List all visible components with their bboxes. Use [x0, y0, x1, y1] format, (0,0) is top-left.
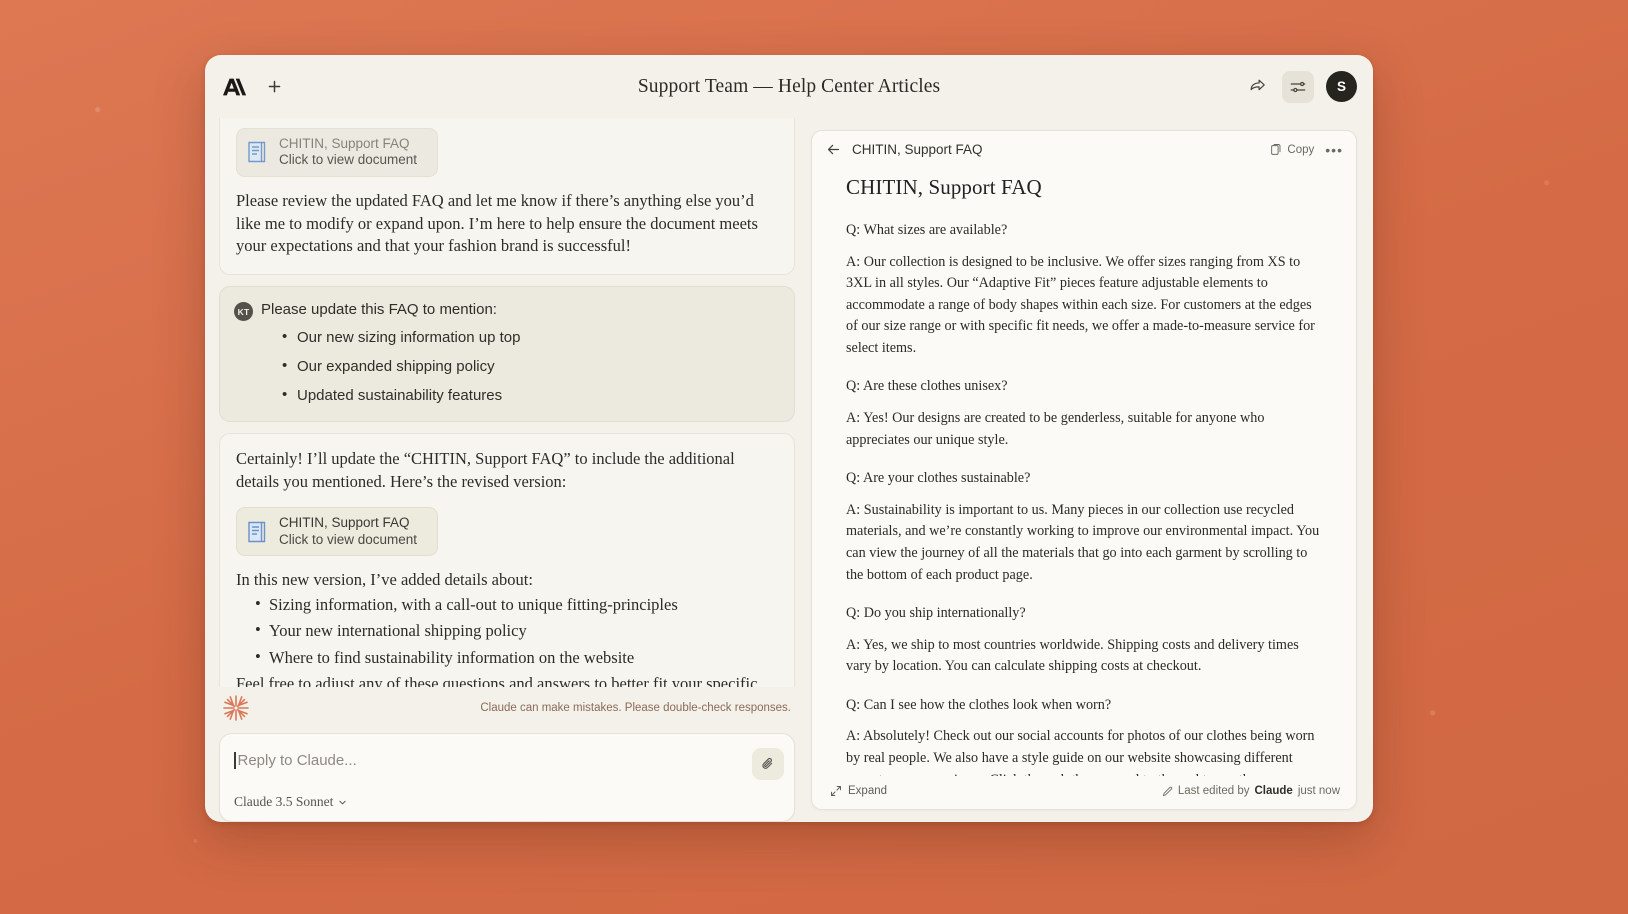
document-chip[interactable]: CHITIN, Support FAQ Click to view docume… [236, 128, 439, 177]
list-item: Where to find sustainability information… [255, 646, 778, 669]
message-composer: Reply to Claude... Claude 3.5 Sonnet [219, 733, 795, 822]
chevron-down-icon [339, 800, 346, 805]
qa-question: Q: Are these clothes unisex? [846, 378, 1008, 395]
document-chip-subtitle: Click to view document [279, 152, 418, 168]
qa-question: Q: Do you ship internationally? [846, 605, 1026, 622]
app-window: Support Team — Help Center Articles S CH… [205, 55, 1373, 822]
assistant-message: Certainly! I’ll update the “CHITIN, Supp… [219, 432, 795, 687]
artifact-doc-title: CHITIN, Support FAQ [846, 175, 1042, 199]
reply-input[interactable]: Reply to Claude... [234, 748, 752, 772]
plus-icon [268, 80, 280, 93]
artifact-content[interactable]: CHITIN, Support FAQ Q: What sizes are av… [812, 167, 1356, 776]
assistant-added-bullets: Sizing information, with a call-out to u… [236, 593, 778, 669]
qa-question: Q: Are your clothes sustainable? [846, 470, 1031, 487]
share-button[interactable] [1241, 71, 1273, 103]
qa-item: Q: Are your clothes sustainable? A: Sust… [846, 468, 1322, 586]
qa-question: Q: Can I see how the clothes look when w… [846, 696, 1112, 713]
document-chip-title: CHITIN, Support FAQ [279, 515, 410, 531]
artifact-more-button[interactable]: ••• [1325, 143, 1343, 157]
copy-icon [1271, 143, 1281, 155]
artifact-copy-label: Copy [1287, 143, 1315, 156]
expand-icon [831, 786, 841, 796]
disclaimer-text: Claude can make mistakes. Please double-… [480, 702, 791, 714]
document-chip-title: CHITIN, Support FAQ [279, 136, 410, 151]
assistant-outro-text: Feel free to adjust any of these questio… [236, 673, 758, 687]
document-icon [248, 521, 266, 543]
sliders-icon [1290, 81, 1306, 92]
edited-author: Claude [1254, 785, 1293, 797]
pencil-icon [1162, 786, 1173, 796]
artifact-title: CHITIN, Support FAQ [852, 142, 983, 157]
text-caret [234, 751, 236, 769]
chat-footer: Claude can make mistakes. Please double-… [219, 687, 797, 733]
expand-button[interactable]: Expand [830, 785, 887, 797]
title-bar: Support Team — Help Center Articles S [205, 55, 1373, 118]
chat-column: CHITIN, Support FAQ Click to view docume… [205, 118, 797, 822]
list-item: Updated sustainability features [282, 385, 778, 406]
user-message-bullets: Our new sizing information up top Our ex… [261, 327, 778, 406]
list-item: Sizing information, with a call-out to u… [255, 593, 778, 616]
list-item: Our new sizing information up top [282, 327, 778, 348]
page-title: Support Team — Help Center Articles [637, 75, 941, 97]
qa-item: Q: Can I see how the clothes look when w… [846, 695, 1322, 776]
qa-item: Q: Are these clothes unisex? A: Yes! Our… [846, 376, 1322, 451]
qa-item: Q: What sizes are available? A: Our coll… [846, 220, 1322, 359]
assistant-added-lead: In this new version, I’ve added details … [236, 570, 533, 590]
user-avatar[interactable]: S [1326, 71, 1357, 102]
claude-starburst-icon [223, 695, 249, 721]
assistant-message-previous: CHITIN, Support FAQ Click to view docume… [219, 118, 795, 276]
qa-answer: A: Yes, we ship to most countries worldw… [846, 636, 1299, 675]
model-label: Claude 3.5 Sonnet [234, 794, 334, 809]
qa-question: Q: What sizes are available? [846, 222, 1008, 238]
settings-button[interactable] [1282, 70, 1314, 103]
artifact-back-button[interactable] [826, 142, 841, 157]
artifact-column: CHITIN, Support FAQ Copy ••• CHITIN, Sup… [797, 118, 1357, 822]
assistant-intro-text: Certainly! I’ll update the “CHITIN, Supp… [236, 448, 735, 491]
expand-label: Expand [848, 785, 888, 797]
artifact-panel: CHITIN, Support FAQ Copy ••• CHITIN, Sup… [811, 130, 1357, 810]
document-chip[interactable]: CHITIN, Support FAQ Click to view docume… [236, 507, 439, 557]
user-avatar-badge: KT [234, 302, 253, 322]
document-icon [248, 142, 266, 163]
artifact-header: CHITIN, Support FAQ Copy ••• [812, 131, 1356, 167]
share-arrow-icon [1250, 79, 1265, 91]
attach-file-button[interactable] [752, 748, 784, 780]
new-chat-button[interactable] [259, 72, 289, 102]
document-chip-subtitle: Click to view document [279, 531, 418, 547]
edited-prefix: Last edited by [1177, 785, 1250, 797]
assistant-previous-text: Please review the updated FAQ and let me… [236, 190, 758, 256]
reply-placeholder: Reply to Claude... [237, 751, 357, 769]
back-arrow-icon [827, 144, 840, 155]
user-message: KT Please update this FAQ to mention: Ou… [219, 286, 795, 422]
qa-answer: A: Our collection is designed to be incl… [846, 253, 1315, 356]
anthropic-logo [223, 78, 247, 95]
artifact-copy-button[interactable]: Copy [1270, 144, 1314, 156]
list-item: Your new international shipping policy [255, 619, 778, 642]
qa-answer: A: Absolutely! Check out our social acco… [846, 728, 1315, 776]
title-bar-actions: S [1241, 70, 1357, 103]
edited-time: just now [1297, 785, 1340, 797]
user-message-text: Please update this FAQ to mention: [261, 301, 497, 319]
paperclip-icon [762, 758, 773, 769]
chat-scroll-area[interactable]: CHITIN, Support FAQ Click to view docume… [219, 118, 797, 687]
last-edited-status: Last edited by Claude just now [1162, 785, 1340, 797]
qa-answer: A: Sustainability is important to us. Ma… [846, 501, 1320, 583]
main-area: CHITIN, Support FAQ Click to view docume… [205, 118, 1373, 822]
qa-answer: A: Yes! Our designs are created to be ge… [846, 410, 1265, 448]
artifact-footer: Expand Last edited by Claude just now [812, 776, 1356, 809]
list-item: Our expanded shipping policy [282, 356, 778, 377]
qa-item: Q: Do you ship internationally? A: Yes, … [846, 603, 1322, 678]
model-selector[interactable]: Claude 3.5 Sonnet [234, 794, 347, 810]
